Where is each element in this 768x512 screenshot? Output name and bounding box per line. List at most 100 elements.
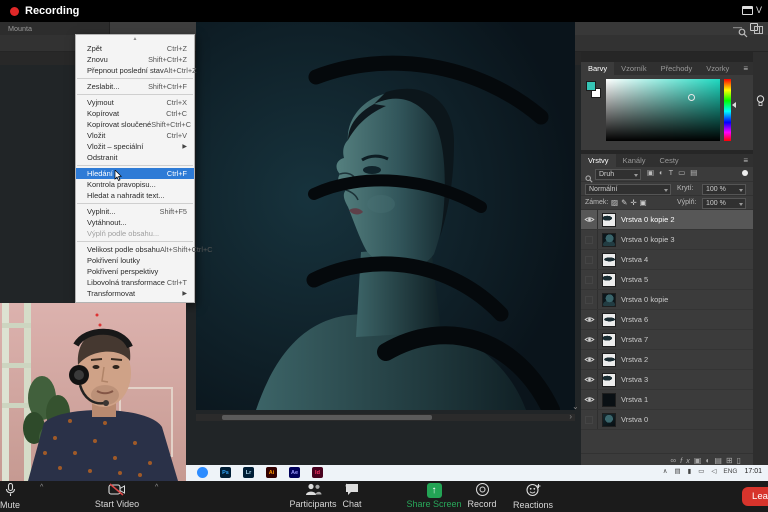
layer-thumbnail[interactable]	[602, 333, 616, 347]
menu-item-puppet-warp[interactable]: Pokřivení loutky	[76, 255, 194, 266]
visibility-toggle[interactable]	[581, 330, 598, 349]
menu-item-find-replace[interactable]: Hledat a nahradit text...	[76, 190, 194, 201]
layer-thumbnail[interactable]	[602, 233, 616, 247]
scrollbar-thumb[interactable]	[222, 415, 432, 420]
layer-row[interactable]: Vrstva 0 kopie	[581, 290, 753, 310]
menu-item-search[interactable]: HledáníCtrl+F	[76, 168, 194, 179]
menu-item-fade[interactable]: Zeslabit...Shift+Ctrl+F	[76, 81, 194, 92]
menu-item-fill[interactable]: Vyplnit...Shift+F5	[76, 206, 194, 217]
scroll-right-icon[interactable]: ›	[569, 412, 572, 421]
menu-item-transform[interactable]: Transformovat▶	[76, 288, 194, 299]
layer-thumbnail[interactable]	[602, 253, 616, 267]
layer-row[interactable]: Vrstva 5	[581, 270, 753, 290]
visibility-toggle[interactable]	[581, 390, 598, 409]
start-video-button[interactable]: Start Video	[85, 483, 149, 509]
layer-row[interactable]: Vrstva 0 kopie 3	[581, 230, 753, 250]
visibility-toggle[interactable]	[581, 250, 598, 269]
illustrator-app-icon[interactable]: Ai	[266, 467, 277, 478]
tray-volume-icon[interactable]: ◁	[711, 467, 716, 475]
tab-prechody[interactable]: Přechody	[654, 62, 700, 75]
tab-vrstvy[interactable]: Vrstvy	[581, 154, 616, 167]
search-icon[interactable]	[738, 25, 748, 43]
tab-vzorky[interactable]: Vzorky	[699, 62, 736, 75]
layer-row[interactable]: Vrstva 2	[581, 350, 753, 370]
link-layers-icon[interactable]: ∞	[670, 456, 680, 465]
menu-item-undo[interactable]: ZpětCtrl+Z	[76, 43, 194, 54]
menu-item-perspective-warp[interactable]: Pokřivení perspektivy	[76, 266, 194, 277]
horizontal-scrollbar[interactable]: ›	[196, 414, 575, 421]
visibility-toggle[interactable]	[581, 370, 598, 389]
menu-item-content-aware-scale[interactable]: Velikost podle obsahuAlt+Shift+Ctrl+C	[76, 244, 194, 255]
tray-display-icon[interactable]: ▭	[698, 467, 704, 475]
zoom-app-icon[interactable]	[197, 467, 208, 478]
new-layer-icon[interactable]: ⊞	[726, 456, 737, 465]
lock-option-icons[interactable]: ▨✎✛▣	[611, 198, 650, 207]
aftereffects-app-icon[interactable]: Ae	[289, 467, 300, 478]
layer-thumbnail[interactable]	[602, 313, 616, 327]
layer-thumbnail[interactable]	[602, 353, 616, 367]
menu-item-redo[interactable]: ZnovuShift+Ctrl+Z	[76, 54, 194, 65]
visibility-toggle[interactable]	[581, 410, 598, 429]
panel-menu-icon[interactable]: ≡	[743, 62, 748, 75]
layer-row[interactable]: Vrstva 0	[581, 410, 753, 430]
hue-slider[interactable]	[724, 79, 731, 141]
menu-item-free-transform[interactable]: Libovolná transformaceCtrl+T	[76, 277, 194, 288]
tray-battery-icon[interactable]: ▮	[688, 467, 692, 475]
tray-language[interactable]: ENG	[723, 468, 737, 475]
tray-clipboard-icon[interactable]: ▤	[674, 467, 680, 475]
filter-type-select[interactable]: Druh	[595, 169, 641, 180]
tab-barvy[interactable]: Barvy	[581, 62, 614, 75]
delete-layer-icon[interactable]: ▯	[737, 456, 745, 465]
color-field[interactable]	[606, 79, 720, 141]
menu-item-clear[interactable]: Odstranit	[76, 152, 194, 163]
menu-item-copy[interactable]: KopírovatCtrl+C	[76, 108, 194, 119]
panel-menu-icon[interactable]: ≡	[743, 154, 748, 167]
layer-mask-icon[interactable]: ▣	[694, 456, 706, 465]
learn-lightbulb-icon[interactable]	[756, 94, 765, 112]
layer-row[interactable]: Vrstva 4	[581, 250, 753, 270]
layer-thumbnail[interactable]	[602, 413, 616, 427]
lightroom-app-icon[interactable]: Lr	[243, 467, 254, 478]
layer-group-icon[interactable]: ▤	[714, 456, 726, 465]
tab-kanaly[interactable]: Kanály	[616, 154, 653, 167]
menu-item-cut[interactable]: VyjmoutCtrl+X	[76, 97, 194, 108]
layer-row[interactable]: Vrstva 7	[581, 330, 753, 350]
visibility-toggle[interactable]	[581, 290, 598, 309]
menu-item-copy-merged[interactable]: Kopírovat sloučenéShift+Ctrl+C	[76, 119, 194, 130]
menu-scroll-up-icon[interactable]: ▲	[76, 36, 194, 43]
reactions-button[interactable]: Reactions	[506, 483, 560, 510]
layer-row[interactable]: Vrstva 1	[581, 390, 753, 410]
scroll-down-icon[interactable]: ⌄	[572, 402, 579, 411]
tray-expand-icon[interactable]: ∧	[663, 467, 668, 475]
record-button[interactable]: Record	[458, 483, 506, 509]
filter-kind-icons[interactable]: ▣◐T▭▤	[647, 168, 702, 177]
layer-thumbnail[interactable]	[602, 273, 616, 287]
menu-item-spell-check[interactable]: Kontrola pravopisu...	[76, 179, 194, 190]
chevron-up-icon[interactable]: ^	[155, 484, 158, 491]
photoshop-app-icon[interactable]: Ps	[220, 467, 231, 478]
visibility-toggle[interactable]	[581, 270, 598, 289]
layer-row[interactable]: Vrstva 3	[581, 370, 753, 390]
adjustment-layer-icon[interactable]: ◐	[705, 456, 714, 465]
layer-row[interactable]: Vrstva 6	[581, 310, 753, 330]
visibility-toggle[interactable]	[581, 350, 598, 369]
visibility-toggle[interactable]	[581, 310, 598, 329]
layer-row[interactable]: Vrstva 0 kopie 2	[581, 210, 753, 230]
mute-button[interactable]: Mute	[0, 483, 32, 510]
menu-item-stroke[interactable]: Vytáhnout...	[76, 217, 194, 228]
filter-toggle-icon[interactable]	[742, 170, 748, 176]
hue-marker-icon[interactable]	[732, 102, 736, 108]
tab-cesty[interactable]: Cesty	[653, 154, 686, 167]
tray-clock[interactable]: 17:01	[744, 468, 762, 475]
menu-item-toggle-last-state[interactable]: Přepnout poslední stavAlt+Ctrl+Z	[76, 65, 194, 76]
webcam-video[interactable]	[0, 303, 186, 481]
view-button[interactable]: V	[742, 5, 762, 15]
color-picker-circle[interactable]	[688, 94, 695, 101]
visibility-toggle[interactable]	[581, 210, 598, 229]
foreground-color-swatch[interactable]	[586, 81, 596, 91]
leave-button[interactable]: Leave	[742, 487, 768, 506]
menu-item-paste-special[interactable]: Vložit – speciální▶	[76, 141, 194, 152]
layer-style-icon[interactable]: fx	[680, 456, 694, 465]
visibility-toggle[interactable]	[581, 230, 598, 249]
layer-thumbnail[interactable]	[602, 293, 616, 307]
